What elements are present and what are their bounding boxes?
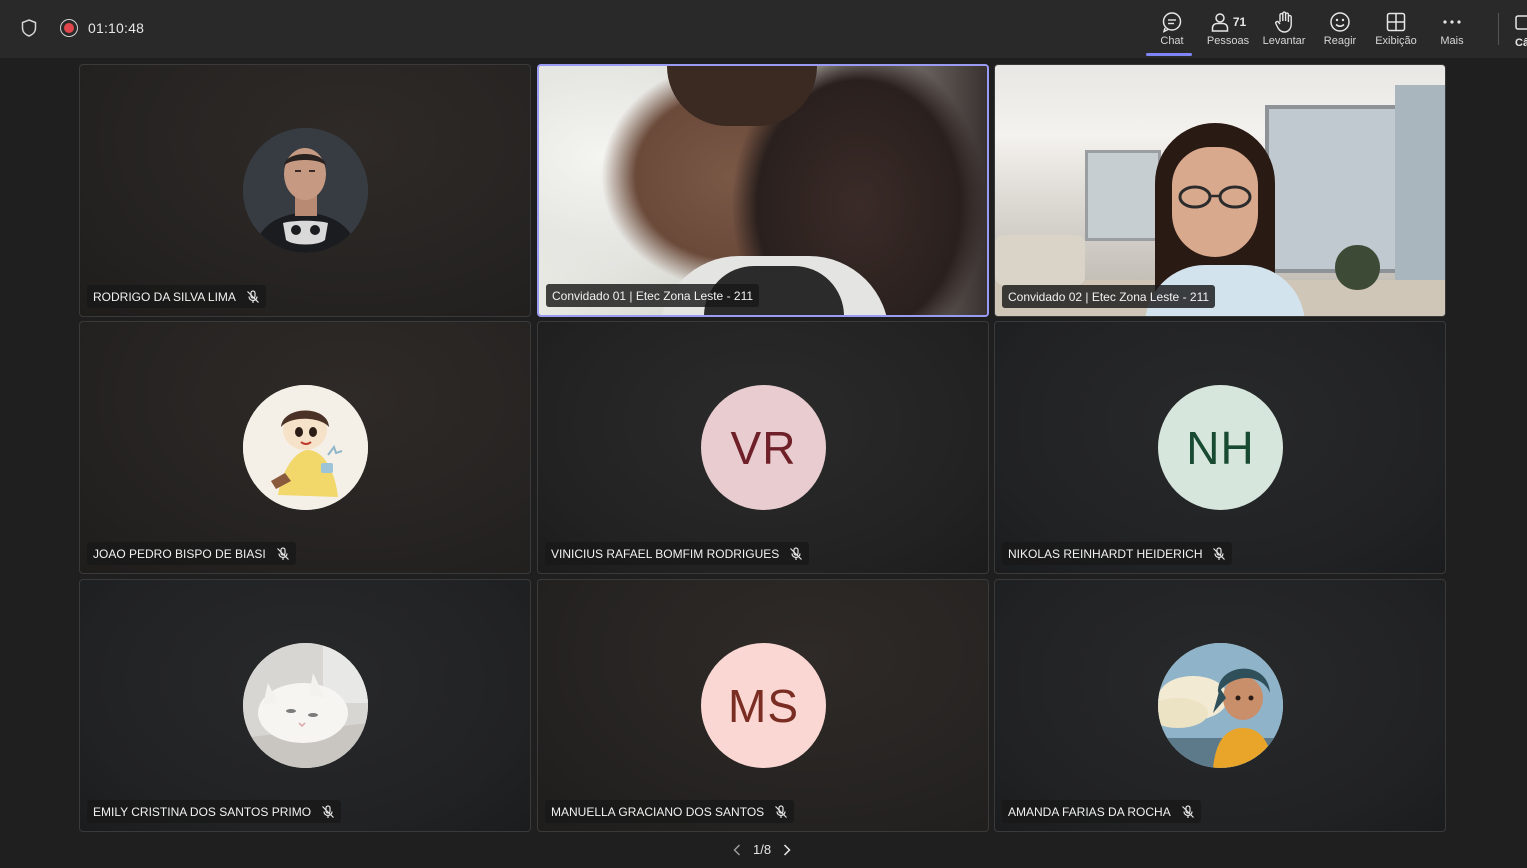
raise-hand-label: Levantar: [1262, 35, 1306, 47]
participant-name: NIKOLAS REINHARDT HEIDERICH: [1008, 546, 1203, 561]
participant-name: Convidado 01 | Etec Zona Leste - 211: [552, 288, 754, 303]
participant-name-tag: JOAO PEDRO BISPO DE BIASI: [87, 542, 296, 565]
chat-icon: [1161, 11, 1183, 33]
participant-name-tag: MANUELLA GRACIANO DOS SANTOS: [545, 800, 795, 823]
people-button[interactable]: 71 Pessoas: [1200, 0, 1256, 58]
more-label: Mais: [1440, 35, 1464, 47]
participant-video: [539, 66, 987, 315]
avatar: VR: [701, 385, 826, 510]
participant-tile[interactable]: Convidado 02 | Etec Zona Leste - 211: [994, 64, 1446, 317]
participant-name-tag: VINICIUS RAFAEL BOMFIM RODRIGUES: [545, 542, 810, 565]
participant-name: MANUELLA GRACIANO DOS SANTOS: [551, 804, 765, 819]
camera-button[interactable]: Câ: [1513, 0, 1527, 58]
mic-off-icon: [321, 804, 335, 819]
participant-tile[interactable]: AMANDA FARIAS DA ROCHA: [994, 579, 1446, 832]
react-label: Reagir: [1323, 35, 1357, 47]
mic-off-icon: [774, 804, 788, 819]
avatar-initials: MS: [728, 679, 799, 732]
participant-tile[interactable]: MS MANUELLA GRACIANO DOS SANTOS: [537, 579, 989, 832]
people-count: 71: [1232, 15, 1247, 29]
participant-name: AMANDA FARIAS DA ROCHA: [1008, 804, 1171, 819]
participant-name: JOAO PEDRO BISPO DE BIASI: [93, 546, 266, 561]
hand-icon: [1274, 11, 1294, 33]
avatar-initials: NH: [1186, 421, 1255, 474]
next-page-button[interactable]: [778, 843, 796, 856]
avatar-initials: VR: [730, 421, 797, 474]
participant-tile[interactable]: EMILY CRISTINA DOS SANTOS PRIMO: [79, 579, 531, 832]
recording-icon: [60, 19, 78, 37]
previous-page-button[interactable]: [728, 843, 746, 856]
chat-label: Chat: [1160, 35, 1184, 47]
chevron-left-icon: [733, 843, 741, 856]
active-indicator: [1146, 53, 1192, 56]
avatar: MS: [701, 643, 826, 768]
meeting-timer: 01:10:48: [88, 20, 145, 36]
chat-button[interactable]: Chat: [1144, 0, 1200, 58]
mic-off-icon: [276, 546, 290, 561]
camera-label: Câ: [1515, 37, 1527, 49]
chevron-right-icon: [784, 843, 791, 856]
mic-off-icon: [1212, 546, 1226, 561]
participant-name: Convidado 02 | Etec Zona Leste - 211: [1008, 289, 1210, 304]
participant-name-tag: EMILY CRISTINA DOS SANTOS PRIMO: [87, 800, 342, 823]
view-label: Exibição: [1375, 35, 1417, 47]
toolbar-divider: [1498, 13, 1499, 45]
gallery-pager: 1/8: [728, 842, 796, 857]
view-button[interactable]: Exibição: [1368, 0, 1424, 58]
page-indicator: 1/8: [753, 842, 772, 857]
raise-hand-button[interactable]: Levantar: [1256, 0, 1312, 58]
shield-icon[interactable]: [20, 18, 38, 38]
camera-icon: [1515, 12, 1527, 37]
mic-off-icon: [1181, 804, 1195, 819]
participant-name: EMILY CRISTINA DOS SANTOS PRIMO: [93, 804, 312, 819]
avatar: [243, 385, 368, 510]
participant-name-tag: Convidado 01 | Etec Zona Leste - 211: [546, 284, 760, 307]
react-button[interactable]: Reagir: [1312, 0, 1368, 58]
participant-tile[interactable]: JOAO PEDRO BISPO DE BIASI: [79, 321, 531, 574]
participant-name-tag: RODRIGO DA SILVA LIMA: [87, 285, 266, 308]
grid-icon: [1386, 11, 1406, 33]
avatar: [243, 643, 368, 768]
participant-video: [995, 65, 1445, 316]
smile-icon: [1329, 11, 1351, 33]
participant-name-tag: NIKOLAS REINHARDT HEIDERICH: [1002, 542, 1233, 565]
meeting-toolbar: 01:10:48 Chat 71 Pessoas Levantar Reagir…: [0, 0, 1527, 58]
participant-name: VINICIUS RAFAEL BOMFIM RODRIGUES: [551, 546, 780, 561]
mic-off-icon: [246, 289, 260, 304]
participant-tile[interactable]: NH NIKOLAS REINHARDT HEIDERICH: [994, 321, 1446, 574]
participant-tile-active-speaker[interactable]: Convidado 01 | Etec Zona Leste - 211: [537, 64, 989, 317]
people-label: Pessoas: [1206, 35, 1250, 47]
more-button[interactable]: Mais: [1424, 0, 1480, 58]
meeting-status: 01:10:48: [20, 18, 144, 38]
participant-name-tag: Convidado 02 | Etec Zona Leste - 211: [1002, 285, 1216, 308]
participant-tile[interactable]: VR VINICIUS RAFAEL BOMFIM RODRIGUES: [537, 321, 989, 574]
mic-off-icon: [789, 546, 803, 561]
avatar: [1158, 643, 1283, 768]
people-icon: [1211, 13, 1229, 32]
more-icon: [1442, 11, 1462, 33]
participant-name-tag: AMANDA FARIAS DA ROCHA: [1002, 800, 1201, 823]
avatar: [243, 128, 368, 253]
participant-tile[interactable]: RODRIGO DA SILVA LIMA: [79, 64, 531, 317]
avatar: NH: [1158, 385, 1283, 510]
participant-name: RODRIGO DA SILVA LIMA: [93, 289, 236, 304]
